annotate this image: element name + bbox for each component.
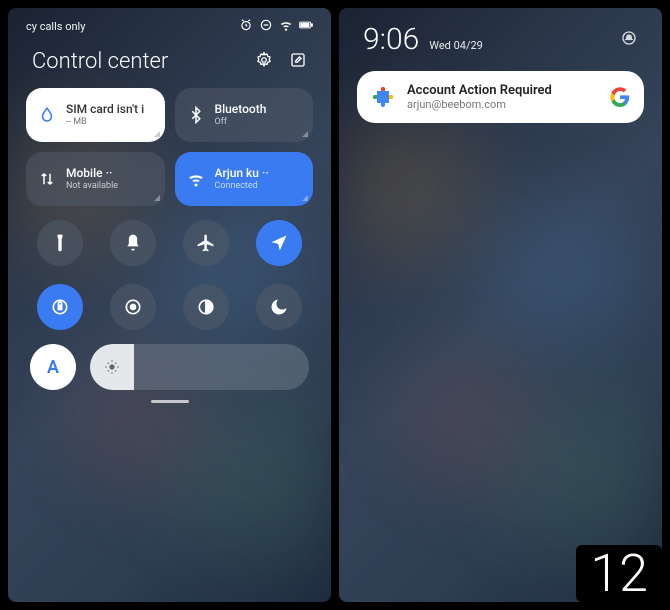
sun-icon <box>104 359 120 375</box>
sim-label: SIM card isn't i <box>66 102 144 116</box>
edit-icon[interactable] <box>289 51 307 73</box>
wifi-tile[interactable]: Arjun ku ·· Connected <box>175 152 314 206</box>
wifi-label: Arjun ku ·· <box>215 166 269 180</box>
mobile-label: Mobile ·· <box>66 166 118 180</box>
status-icons <box>239 18 313 35</box>
mobile-data-tile[interactable]: Mobile ·· Not available <box>26 152 165 206</box>
brightness-slider[interactable] <box>90 344 309 390</box>
flashlight-toggle[interactable] <box>37 220 83 266</box>
settings-icon[interactable] <box>255 51 273 73</box>
auto-brightness-button[interactable]: A <box>30 344 76 390</box>
dark-mode-toggle[interactable] <box>183 284 229 330</box>
brightness-fill <box>90 344 134 390</box>
panel-handle[interactable] <box>151 400 189 403</box>
sim-sub: -- MB <box>66 117 144 128</box>
mute-toggle[interactable] <box>110 220 156 266</box>
phone-left: cy calls only Control center SIM card is… <box>8 8 331 602</box>
expand-icon <box>154 195 160 201</box>
wifi-icon <box>279 18 293 35</box>
mobile-sub: Not available <box>66 181 118 192</box>
expand-icon <box>302 195 308 201</box>
location-toggle[interactable] <box>256 220 302 266</box>
droplet-icon <box>38 106 56 124</box>
notification-subtitle: arjun@beebom.com <box>407 98 598 111</box>
version-badge: 12 <box>576 545 662 602</box>
sim-tile[interactable]: SIM card isn't i -- MB <box>26 88 165 142</box>
alarm-icon <box>239 18 253 35</box>
puzzle-icon <box>371 85 395 109</box>
expand-icon <box>154 131 160 137</box>
notification-bell-icon[interactable] <box>620 29 638 51</box>
clock-time: 9:06 <box>363 22 419 57</box>
lock-screen-header: 9:06 Wed 04/29 <box>339 8 662 61</box>
data-arrows-icon <box>38 170 56 188</box>
carrier-text: cy calls only <box>26 20 85 33</box>
notification-card[interactable]: Account Action Required arjun@beebom.com <box>357 71 644 123</box>
bluetooth-label: Bluetooth <box>215 102 267 116</box>
bluetooth-sub: Off <box>215 117 267 128</box>
control-center-header: Control center <box>8 41 331 88</box>
google-icon <box>610 87 630 107</box>
auto-label: A <box>47 357 59 378</box>
control-center-title: Control center <box>32 49 168 74</box>
wifi-icon <box>187 170 205 188</box>
phone-right: 9:06 Wed 04/29 Account Action Required a… <box>339 8 662 602</box>
status-bar-left: cy calls only <box>8 8 331 41</box>
clock-date: Wed 04/29 <box>429 39 483 52</box>
screenshot-toggle[interactable] <box>110 284 156 330</box>
battery-icon <box>299 18 313 35</box>
rotation-lock-toggle[interactable] <box>37 284 83 330</box>
dnd-icon <box>259 18 273 35</box>
expand-icon <box>302 131 308 137</box>
dnd-toggle[interactable] <box>256 284 302 330</box>
bluetooth-tile[interactable]: Bluetooth Off <box>175 88 314 142</box>
bluetooth-icon <box>187 106 205 124</box>
wifi-sub: Connected <box>215 181 269 192</box>
airplane-toggle[interactable] <box>183 220 229 266</box>
notification-title: Account Action Required <box>407 83 598 98</box>
